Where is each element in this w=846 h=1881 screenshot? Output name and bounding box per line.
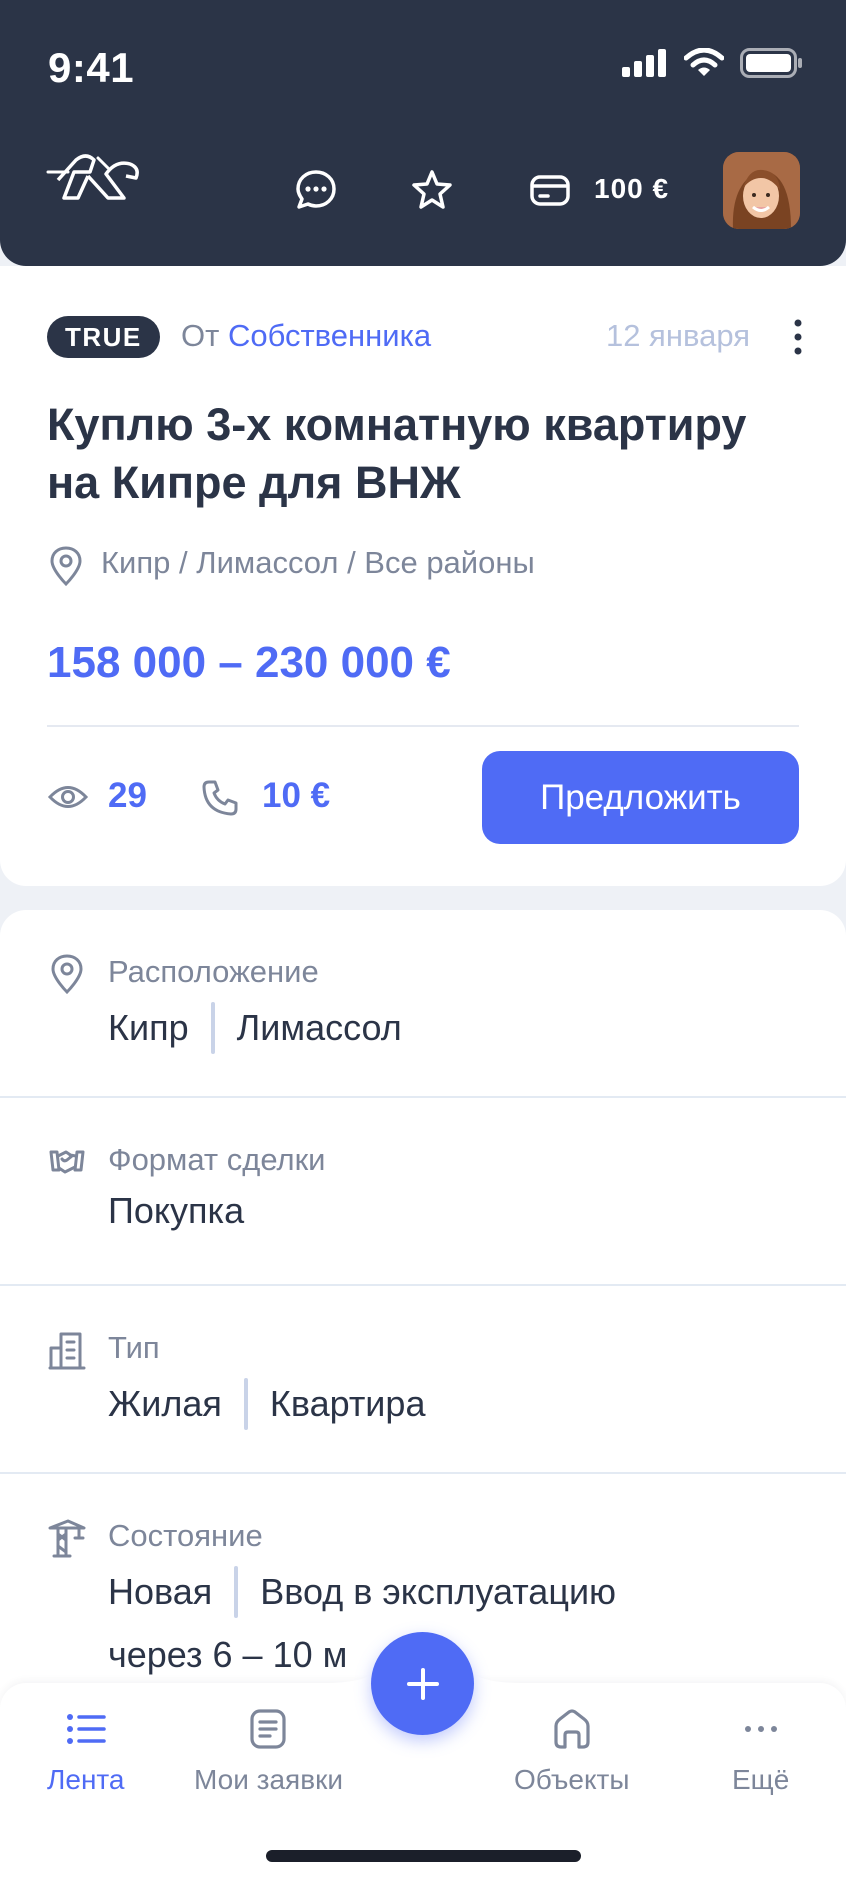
construction-crane-icon xyxy=(48,1519,86,1558)
add-button[interactable] xyxy=(371,1632,474,1735)
divider xyxy=(47,725,799,727)
nav-label: Мои заявки xyxy=(194,1764,343,1795)
listing-source-prefix: От xyxy=(181,318,220,353)
detail-label: Состояние xyxy=(108,1518,263,1553)
more-vertical-icon[interactable] xyxy=(794,319,802,355)
detail-value: Покупка xyxy=(108,1190,245,1231)
listing-date: 12 января xyxy=(605,318,750,353)
building-icon xyxy=(48,1332,86,1370)
detail-label: Расположение xyxy=(108,954,319,989)
plus-icon xyxy=(406,1667,439,1700)
detail-values: Кипр Лимассол xyxy=(108,1002,402,1054)
listing-address: Кипр / Лимассол / Все районы xyxy=(101,545,535,580)
wifi-icon xyxy=(684,48,724,76)
detail-value-extra: через 6 – 10 м xyxy=(108,1634,348,1675)
screen: 9:41 100 € TRUE От Собственника 12 январ… xyxy=(0,0,846,1881)
call-price: 10 € xyxy=(262,776,331,815)
document-icon xyxy=(250,1709,287,1749)
status-time: 9:41 xyxy=(48,44,135,91)
nav-item-my-requests[interactable]: Мои заявки xyxy=(194,1708,343,1796)
battery-icon xyxy=(740,48,802,78)
location-pin-icon xyxy=(51,954,83,994)
phone-icon xyxy=(202,780,238,816)
balance-amount[interactable]: 100 € xyxy=(594,173,669,205)
detail-value: Жилая xyxy=(108,1383,222,1424)
eye-icon xyxy=(48,786,88,808)
detail-value: Новая xyxy=(108,1571,213,1612)
list-icon xyxy=(66,1714,106,1744)
detail-label: Тип xyxy=(108,1330,160,1365)
location-pin-icon xyxy=(50,546,82,586)
nav-item-feed[interactable]: Лента xyxy=(47,1708,125,1796)
more-icon xyxy=(744,1726,777,1732)
wallet-icon[interactable] xyxy=(528,168,572,212)
listing-title: Куплю 3-х комнатную квартиру на Кипре дл… xyxy=(47,399,747,508)
detail-values: Жилая Квартира xyxy=(108,1378,425,1430)
listing-price: 158 000 – 230 000 € xyxy=(47,638,451,687)
avatar[interactable] xyxy=(723,152,800,229)
detail-value: Ввод в эксплуатацию xyxy=(260,1571,617,1612)
offer-button[interactable]: Предложить xyxy=(482,751,799,844)
detail-value: Квартира xyxy=(269,1383,426,1424)
listing-card: TRUE От Собственника 12 января Куплю 3-х… xyxy=(0,266,846,886)
chat-icon[interactable] xyxy=(294,168,338,212)
detail-value: Лимассол xyxy=(236,1007,402,1048)
home-icon xyxy=(554,1709,590,1749)
handshake-icon xyxy=(49,1150,85,1174)
true-badge: TRUE xyxy=(47,316,160,358)
value-separator xyxy=(210,1002,215,1054)
signal-icon xyxy=(622,49,666,77)
nav-label: Ещё xyxy=(732,1764,790,1795)
listing-source: От Собственника xyxy=(181,318,431,354)
detail-values: Покупка xyxy=(108,1190,244,1232)
value-separator xyxy=(243,1378,248,1430)
nav-label: Лента xyxy=(47,1764,125,1795)
views-count: 29 xyxy=(108,776,147,815)
detail-values: Новая Ввод в эксплуатацию xyxy=(108,1566,616,1618)
divider xyxy=(0,1096,846,1098)
detail-label: Формат сделки xyxy=(108,1142,326,1177)
star-icon[interactable] xyxy=(410,168,454,212)
app-logo[interactable] xyxy=(46,150,146,220)
listing-source-owner[interactable]: Собственника xyxy=(228,318,431,353)
avatar-portrait xyxy=(723,152,800,229)
nav-item-objects[interactable]: Объекты xyxy=(514,1708,629,1796)
app-header: 9:41 100 € xyxy=(0,0,846,266)
divider xyxy=(0,1472,846,1474)
detail-value: Кипр xyxy=(108,1007,189,1048)
home-indicator[interactable] xyxy=(266,1850,581,1862)
status-icons xyxy=(622,48,802,78)
nav-item-more[interactable]: Ещё xyxy=(732,1708,789,1796)
value-separator xyxy=(234,1566,239,1618)
divider xyxy=(0,1284,846,1286)
nav-label: Объекты xyxy=(514,1764,630,1795)
